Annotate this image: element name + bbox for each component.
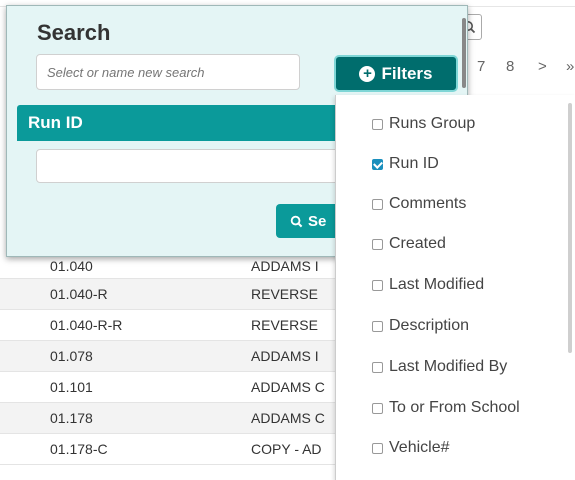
filter-option-comments[interactable]: Comments	[372, 195, 466, 213]
filters-button[interactable]: + Filters	[334, 55, 458, 92]
filter-option-description[interactable]: Description	[372, 317, 469, 335]
search-name-input[interactable]	[36, 54, 300, 90]
checkbox-unchecked[interactable]	[372, 279, 383, 291]
page-8-link[interactable]: 8	[506, 58, 514, 75]
description-cell: ADDAMS I	[251, 348, 319, 364]
description-cell: COPY - AD	[251, 441, 322, 457]
checkbox-checked[interactable]	[372, 158, 383, 170]
description-cell: ADDAMS I	[251, 258, 319, 274]
run-id-cell: 01.078	[50, 348, 93, 364]
filters-button-label: Filters	[381, 63, 433, 83]
description-cell: REVERSE	[251, 317, 318, 333]
checkbox-unchecked[interactable]	[372, 361, 383, 373]
plus-circle-icon: +	[359, 65, 376, 82]
checkbox-unchecked[interactable]	[372, 118, 383, 130]
filter-option-label: Created	[389, 235, 446, 252]
filter-dropdown-menu: Runs Group Run ID Comments Created Last …	[335, 95, 575, 480]
filter-option-label: Last Modified By	[389, 358, 508, 375]
filter-option-run-id[interactable]: Run ID	[372, 155, 439, 173]
search-icon	[290, 215, 303, 227]
run-id-cell: 01.101	[50, 379, 93, 395]
dropdown-scrollbar[interactable]	[568, 103, 572, 353]
run-id-cell: 01.178-C	[50, 441, 108, 457]
filter-option-label: Run ID	[389, 155, 439, 172]
run-id-cell: 01.040-R	[50, 286, 108, 302]
checkbox-unchecked[interactable]	[372, 198, 383, 210]
next-page-link[interactable]: >	[538, 58, 547, 75]
filter-option-runs-group[interactable]: Runs Group	[372, 115, 475, 133]
checkbox-unchecked[interactable]	[372, 238, 383, 250]
description-cell: ADDAMS C	[251, 379, 325, 395]
panel-scrollbar[interactable]	[462, 18, 466, 88]
description-cell: ADDAMS C	[251, 410, 325, 426]
filter-option-label: Runs Group	[389, 115, 476, 132]
run-id-input[interactable]	[36, 149, 348, 183]
filter-option-label: Description	[389, 317, 470, 334]
run-id-cell: 01.040	[50, 258, 93, 274]
filter-option-label: Comments	[389, 195, 467, 212]
last-page-link[interactable]: »	[566, 58, 574, 75]
filter-option-vehicle[interactable]: Vehicle#	[372, 439, 450, 457]
filter-option-last-modified-by[interactable]: Last Modified By	[372, 358, 507, 376]
filter-option-last-modified[interactable]: Last Modified	[372, 276, 484, 294]
filter-option-to-or-from-school[interactable]: To or From School	[372, 399, 520, 417]
checkbox-unchecked[interactable]	[372, 402, 383, 414]
filter-option-label: To or From School	[389, 399, 520, 416]
filter-option-created[interactable]: Created	[372, 235, 446, 253]
filter-option-label: Last Modified	[389, 276, 485, 293]
checkbox-unchecked[interactable]	[372, 320, 383, 332]
checkbox-unchecked[interactable]	[372, 442, 383, 454]
panel-title: Search	[37, 20, 111, 45]
run-id-cell: 01.178	[50, 410, 93, 426]
panel-search-button-label: Se	[308, 212, 327, 230]
filter-option-label: Vehicle#	[389, 439, 450, 456]
run-id-cell: 01.040-R-R	[50, 317, 123, 333]
description-cell: REVERSE	[251, 286, 318, 302]
page-7-link[interactable]: 7	[477, 58, 485, 75]
run-id-field-header: Run ID	[17, 105, 347, 141]
